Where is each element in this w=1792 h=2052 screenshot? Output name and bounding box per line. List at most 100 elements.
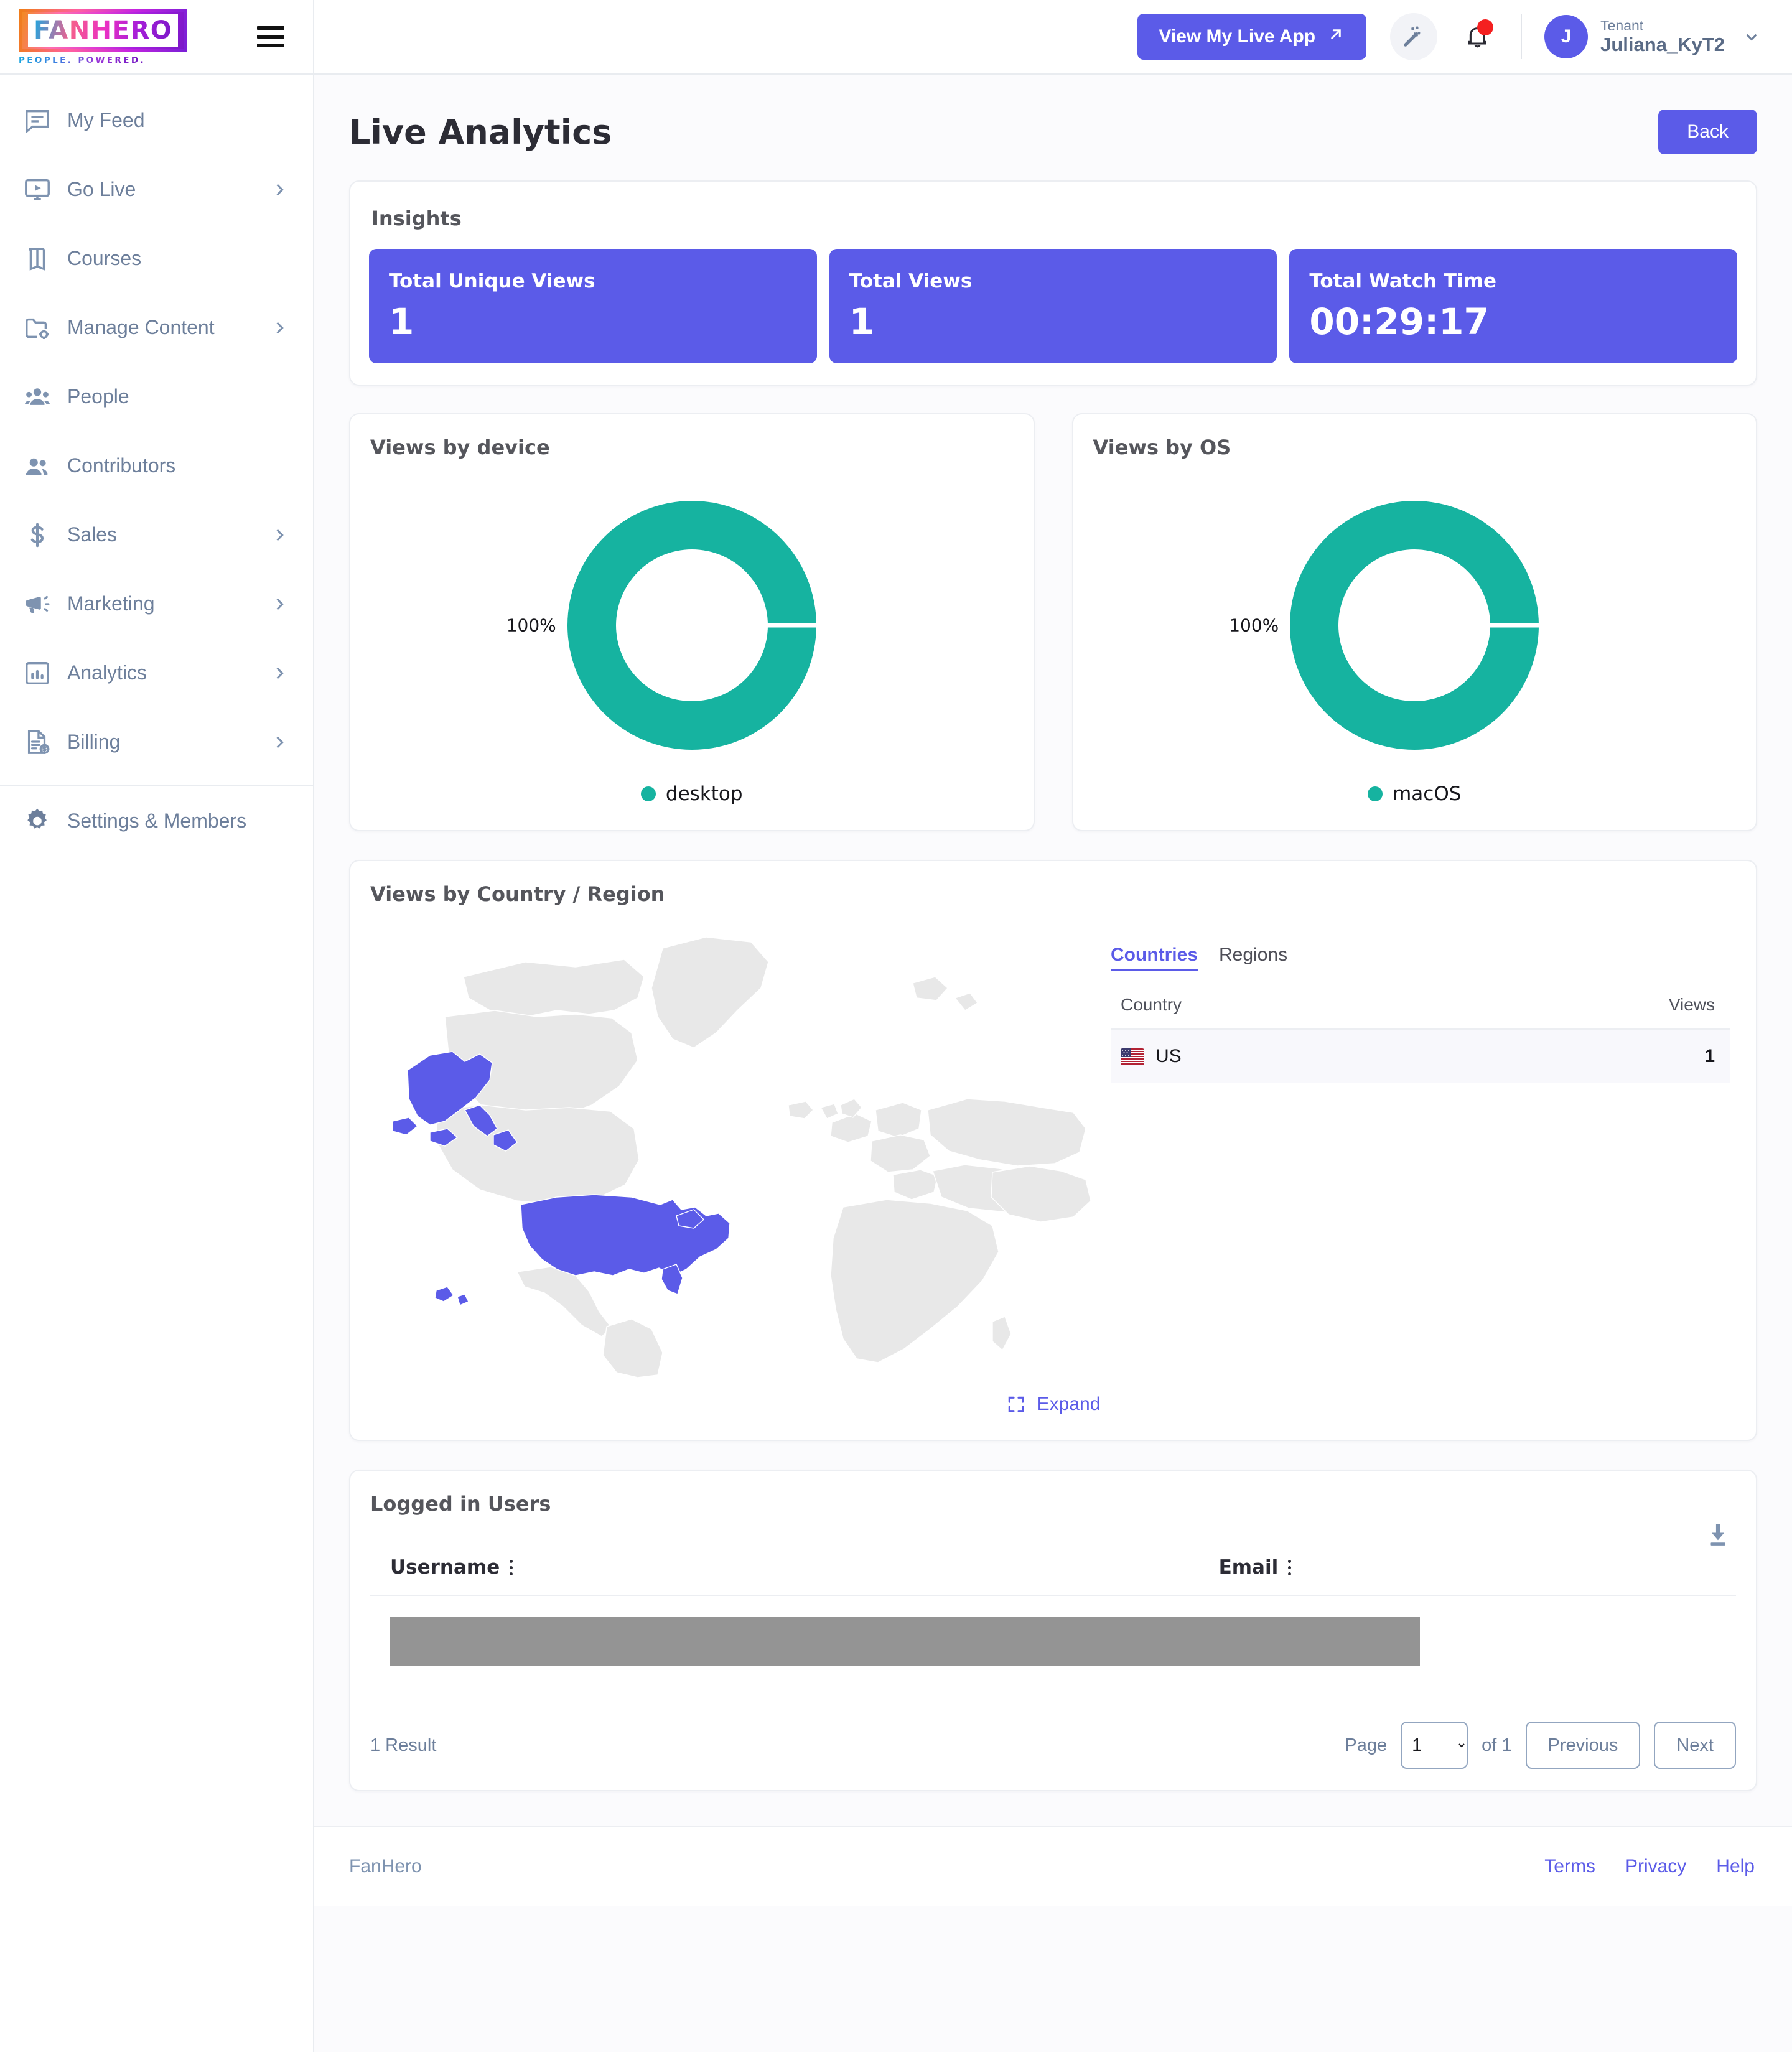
sidebar-item-analytics[interactable]: Analytics bbox=[0, 638, 313, 707]
kebab-dot bbox=[510, 1559, 513, 1563]
gear-icon bbox=[20, 806, 55, 836]
sidebar-item-label: People bbox=[67, 385, 129, 408]
sidebar-item-billing[interactable]: Billing bbox=[0, 707, 313, 776]
insights-card: Insights Total Unique Views 1 Total View… bbox=[349, 180, 1757, 386]
country-cell: US bbox=[1111, 1029, 1420, 1083]
app-root: FANHERO PEOPLE. POWERED. My Feed Go Live… bbox=[0, 0, 1792, 2052]
topbar: View My Live App J Tenant Juliana_KyT2 bbox=[314, 0, 1792, 75]
device-donut-percent: 100% bbox=[506, 615, 556, 636]
os-legend: macOS bbox=[1093, 783, 1737, 805]
sidebar-item-label: Go Live bbox=[67, 178, 136, 200]
table-row[interactable]: US 1 bbox=[1111, 1029, 1730, 1083]
logo-tagline: PEOPLE. POWERED. bbox=[19, 55, 146, 65]
sidebar-item-manage-content[interactable]: Manage Content bbox=[0, 293, 313, 362]
avatar: J bbox=[1544, 15, 1589, 58]
expand-map-button[interactable]: Expand bbox=[370, 1384, 1736, 1421]
footer-link-terms[interactable]: Terms bbox=[1544, 1856, 1595, 1877]
tab-regions[interactable]: Regions bbox=[1219, 944, 1287, 969]
stat-total-watch-time: Total Watch Time 00:29:17 bbox=[1289, 249, 1738, 363]
expand-icon bbox=[1006, 1394, 1026, 1414]
magic-wand-icon[interactable] bbox=[1390, 13, 1438, 60]
download-icon[interactable] bbox=[1704, 1521, 1732, 1552]
footer-link-help[interactable]: Help bbox=[1716, 1856, 1755, 1877]
page-of-label: of 1 bbox=[1482, 1735, 1512, 1755]
chevron-right-icon bbox=[271, 526, 288, 544]
chevron-right-icon bbox=[271, 181, 288, 198]
country-table-panel: Countries Regions Country Views US 1 bbox=[1111, 923, 1736, 1378]
sidebar-item-sales[interactable]: Sales bbox=[0, 500, 313, 569]
logged-in-users-card: Logged in Users Username Email 1 Result … bbox=[349, 1470, 1757, 1791]
views-by-device-card: Views by device 100% desktop bbox=[349, 413, 1035, 831]
sidebar-item-courses[interactable]: Courses bbox=[0, 224, 313, 293]
tab-countries[interactable]: Countries bbox=[1111, 944, 1198, 971]
notification-badge bbox=[1477, 19, 1494, 35]
username-header-label: Username bbox=[390, 1556, 500, 1579]
stat-total-unique-views: Total Unique Views 1 bbox=[369, 249, 817, 363]
logo-text: FANHERO bbox=[34, 16, 173, 45]
kebab-dot bbox=[1288, 1565, 1292, 1569]
sidebar-item-label: Contributors bbox=[67, 454, 176, 477]
view-live-app-button[interactable]: View My Live App bbox=[1137, 14, 1367, 60]
stat-value: 1 bbox=[849, 301, 875, 343]
fanhero-logo[interactable]: FANHERO PEOPLE. POWERED. bbox=[19, 8, 188, 65]
country-table: Country Views US 1 bbox=[1111, 995, 1730, 1083]
footer-link-privacy[interactable]: Privacy bbox=[1625, 1856, 1686, 1877]
courses-icon bbox=[20, 245, 55, 273]
page-header: Live Analytics Back bbox=[349, 110, 1757, 154]
stat-total-views: Total Views 1 bbox=[829, 249, 1277, 363]
page-select[interactable]: 1 bbox=[1401, 1722, 1468, 1769]
footer-links: Terms Privacy Help bbox=[1544, 1856, 1755, 1877]
email-column-menu-icon[interactable] bbox=[1288, 1559, 1292, 1575]
chevron-right-icon bbox=[271, 319, 288, 337]
sidebar-item-people[interactable]: People bbox=[0, 362, 313, 431]
user-role: Tenant bbox=[1600, 17, 1644, 34]
back-button[interactable]: Back bbox=[1658, 110, 1757, 154]
user-name: Juliana_KyT2 bbox=[1600, 34, 1725, 56]
sidebar-item-go-live[interactable]: Go Live bbox=[0, 155, 313, 224]
country-table-header-row: Country Views bbox=[1111, 995, 1730, 1030]
next-page-button[interactable]: Next bbox=[1654, 1722, 1736, 1769]
feed-icon bbox=[20, 106, 55, 135]
column-header-email: Email bbox=[1198, 1556, 1736, 1596]
sidebar-item-label: Manage Content bbox=[67, 316, 215, 338]
donut-gap bbox=[766, 623, 818, 628]
redacted-bar bbox=[390, 1617, 1420, 1666]
user-menu[interactable]: J Tenant Juliana_KyT2 bbox=[1544, 15, 1761, 58]
go-live-icon bbox=[20, 175, 55, 204]
sidebar-item-contributors[interactable]: Contributors bbox=[0, 431, 313, 500]
stat-value: 1 bbox=[389, 301, 414, 343]
user-meta: Tenant Juliana_KyT2 bbox=[1600, 17, 1725, 56]
sidebar-item-label: Sales bbox=[67, 523, 118, 546]
country-flag-name: US bbox=[1121, 1046, 1420, 1067]
table-row[interactable] bbox=[370, 1595, 1736, 1687]
world-map-svg bbox=[392, 936, 1091, 1378]
country-region-tabs: Countries Regions bbox=[1111, 944, 1730, 971]
us-flag-icon bbox=[1121, 1048, 1144, 1065]
hamburger-bar bbox=[257, 44, 284, 47]
os-donut-chart: 100% bbox=[1093, 479, 1737, 772]
megaphone-icon bbox=[20, 590, 55, 618]
sidebar-item-label: Courses bbox=[67, 247, 142, 269]
page-title: Live Analytics bbox=[349, 112, 612, 152]
sidebar-item-my-feed[interactable]: My Feed bbox=[0, 86, 313, 155]
manage-content-icon bbox=[20, 314, 55, 342]
sidebar-item-settings-members[interactable]: Settings & Members bbox=[0, 786, 313, 856]
views-by-country-title: Views by Country / Region bbox=[370, 882, 665, 906]
os-donut-percent: 100% bbox=[1229, 615, 1279, 636]
username-column-menu-icon[interactable] bbox=[510, 1559, 513, 1575]
stat-value: 00:29:17 bbox=[1309, 301, 1489, 343]
notification-bell-icon[interactable] bbox=[1454, 13, 1501, 60]
device-donut-ring bbox=[567, 501, 818, 750]
world-map[interactable] bbox=[370, 923, 1092, 1378]
hamburger-menu-icon[interactable] bbox=[253, 22, 288, 51]
sidebar-nav: My Feed Go Live Courses Manage Content P… bbox=[0, 75, 313, 856]
chevron-right-icon bbox=[271, 595, 288, 613]
hamburger-bar bbox=[257, 26, 284, 30]
kebab-dot bbox=[1288, 1559, 1292, 1563]
sidebar: FANHERO PEOPLE. POWERED. My Feed Go Live… bbox=[0, 0, 314, 2052]
kebab-dot bbox=[510, 1565, 513, 1569]
country-body: Countries Regions Country Views US 1 bbox=[370, 923, 1736, 1378]
footer: FanHero Terms Privacy Help bbox=[314, 1826, 1792, 1906]
sidebar-item-marketing[interactable]: Marketing bbox=[0, 569, 313, 638]
previous-page-button[interactable]: Previous bbox=[1525, 1722, 1641, 1769]
